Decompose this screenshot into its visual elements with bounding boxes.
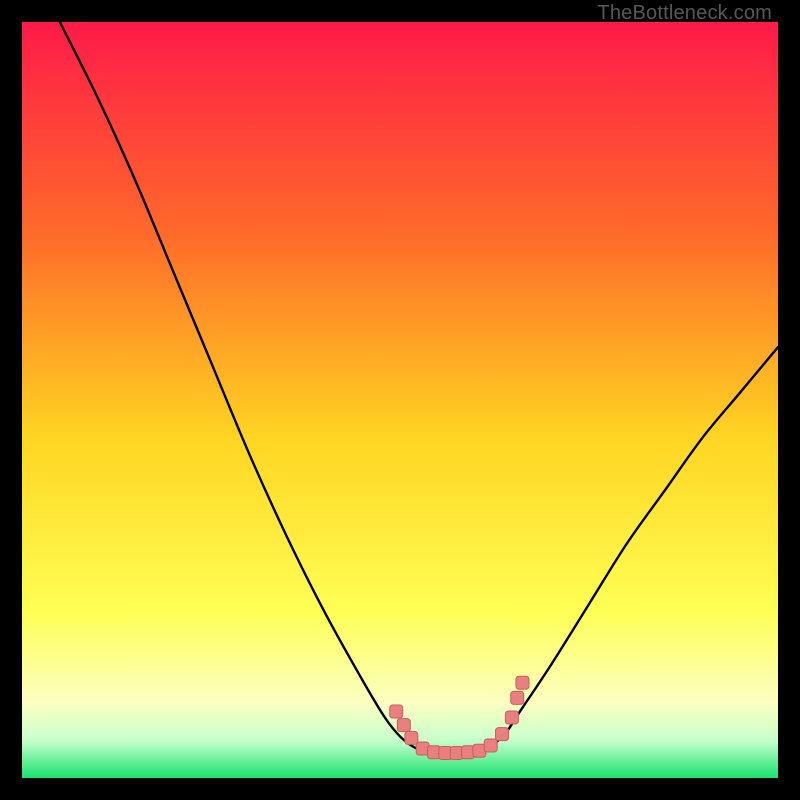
outer-frame: TheBottleneck.com [0,0,800,800]
curve-marker [390,705,403,718]
curve-marker [505,711,518,724]
curve-marker [484,739,497,752]
curve-marker [516,676,529,689]
curve-marker [405,731,418,744]
plot-area [22,22,778,778]
bottleneck-curve-chart [22,22,778,778]
curve-marker [511,691,524,704]
curve-marker [496,728,509,741]
curve-marker [397,719,410,732]
watermark-text: TheBottleneck.com [597,2,772,25]
gradient-background [22,22,778,778]
